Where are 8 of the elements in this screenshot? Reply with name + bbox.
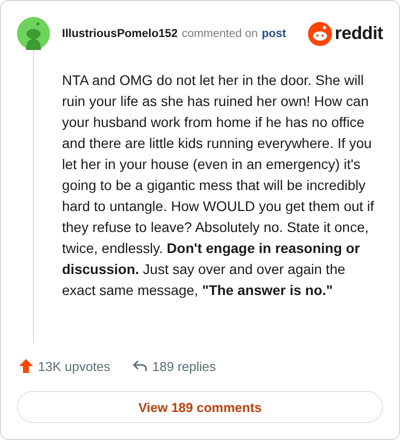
comment-text: NTA and OMG do not let her in the door. She will ruin your life as she has ruined her own! How can your husband work from home if he has no office and there are little kids running everywhere. If you let her in your house (even in an emergency) it's going to be a gigantic mess that will be incredibly hard to untangle. How WOULD you get them out if they refuse to leave? Absolutely no. State it once, twice, endlessly. Don't engage in reasoning or discussion. Just say over and over again the exact same message, "The answer is no." bbox=[62, 71, 376, 300]
view-comments-button[interactable]: View 189 comments bbox=[17, 391, 383, 423]
brand-name: reddit bbox=[334, 23, 383, 44]
action-text: commented on bbox=[182, 28, 258, 40]
author-name[interactable]: IllustriousPomelo152 bbox=[62, 28, 178, 40]
upvote-count: 13K upvotes bbox=[38, 358, 110, 374]
post-link[interactable]: post bbox=[262, 28, 286, 40]
reply-count: 189 replies bbox=[152, 358, 216, 374]
